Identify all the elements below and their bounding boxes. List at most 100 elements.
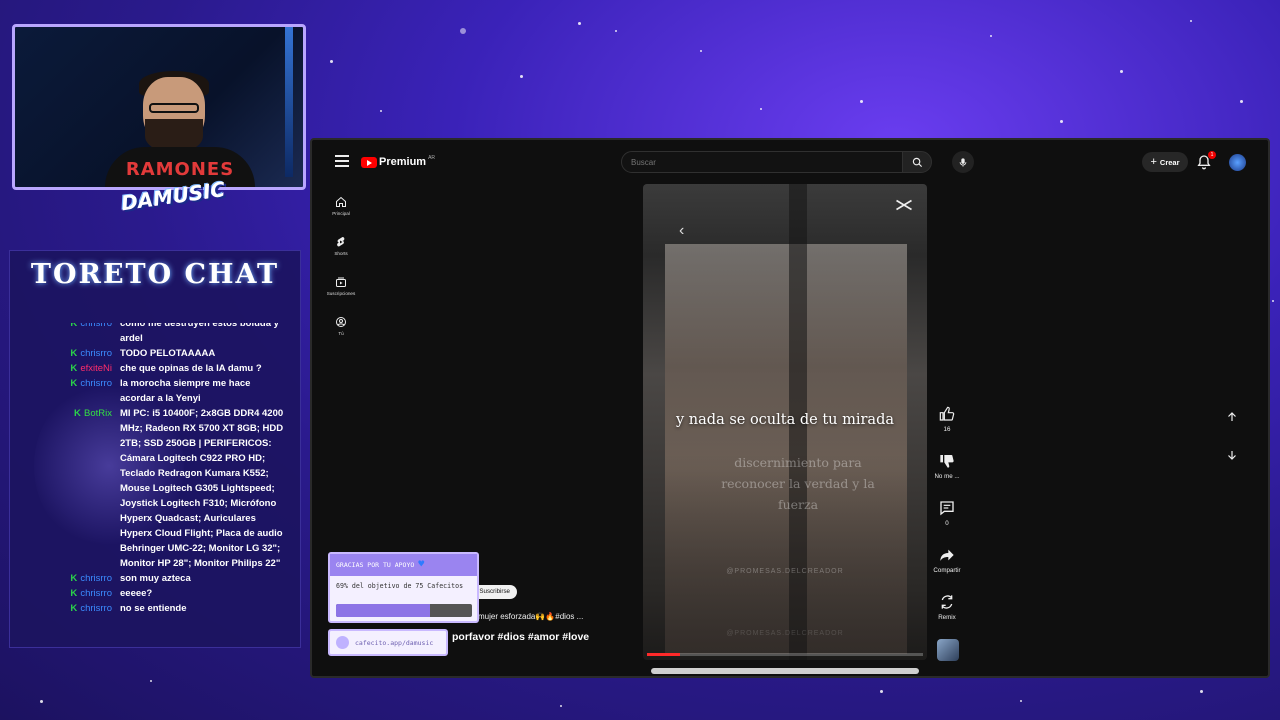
- hamburger-menu-icon[interactable]: [335, 155, 349, 167]
- streamer-glasses: [149, 103, 199, 113]
- back-chevron-icon[interactable]: ‹: [679, 222, 684, 240]
- chat-username[interactable]: efxiteNi: [80, 361, 112, 376]
- remix-button[interactable]: Remix: [933, 594, 961, 641]
- cafecito-goal-text: 69% del objetivo de 75 Cafecitos: [336, 582, 464, 590]
- like-button[interactable]: 16: [933, 406, 961, 453]
- share-label: Compartir: [933, 567, 961, 574]
- search-box[interactable]: [621, 151, 903, 173]
- home-icon: [336, 196, 346, 207]
- microphone-icon: [959, 157, 967, 167]
- comments-button[interactable]: 0: [933, 500, 961, 547]
- side-navigation: Principal Shorts Suscripciones Tú: [321, 186, 361, 346]
- nav-item-home[interactable]: Principal: [321, 186, 361, 226]
- country-code: AR: [428, 155, 436, 161]
- cafecito-link: cafecito.app/damusic: [328, 629, 448, 656]
- previous-short-button[interactable]: [1219, 404, 1245, 430]
- chat-message: Kchrisrro TODO PELOTAAAAA: [10, 346, 300, 361]
- comments-count: 0: [945, 520, 949, 527]
- chat-username[interactable]: chrisrro: [80, 601, 112, 616]
- capcut-logo-icon: [896, 199, 912, 211]
- youtube-logo[interactable]: Premium AR: [361, 155, 436, 168]
- horizontal-scrollbar[interactable]: [651, 668, 919, 674]
- chat-message-text: eeeee?: [120, 588, 153, 599]
- video-caption: y nada se oculta de tu mirada: [676, 412, 894, 428]
- dislike-label: No me ...: [934, 473, 960, 480]
- comment-icon: [940, 501, 954, 516]
- video-progress-bar[interactable]: [647, 653, 923, 656]
- nav-item-you[interactable]: Tú: [321, 306, 361, 346]
- chat-message: KefxiteNi che que opinas de la IA damu ?: [10, 361, 300, 376]
- account-avatar[interactable]: [1229, 154, 1246, 171]
- arrow-down-icon: [1228, 451, 1236, 460]
- search-icon: [912, 157, 922, 167]
- video-watermark: @PROMESAS.DELCREADOR: [726, 568, 844, 575]
- chat-username[interactable]: BotRix: [84, 406, 112, 571]
- voice-search-button[interactable]: [952, 151, 974, 173]
- create-label: Crear: [1159, 157, 1180, 167]
- short-actions: 16 No me ... 0 Compartir Remix: [933, 406, 961, 641]
- webcam-led-light: [285, 27, 293, 177]
- chat-message: Kchrisrro eeeee?: [10, 586, 300, 601]
- chat-username[interactable]: chrisrro: [80, 571, 112, 586]
- chat-username[interactable]: chrisrro: [80, 346, 112, 361]
- next-short-button[interactable]: [1219, 442, 1245, 468]
- chat-message-meta: KefxiteNi: [10, 361, 120, 376]
- cafecito-progress-bar: [336, 604, 472, 617]
- shorts-icon: [337, 237, 345, 247]
- chat-message-text: como me destruyen estos boluda y ardel: [120, 323, 279, 344]
- youtube-play-icon: [361, 156, 377, 168]
- chat-message: Kchrisrro como me destruyen estos boluda …: [10, 323, 300, 346]
- chat-message-meta: Kchrisrro: [10, 586, 120, 601]
- short-navigation: [1219, 404, 1245, 480]
- chat-username[interactable]: chrisrro: [80, 586, 112, 601]
- chat-message-meta: K BotRix: [10, 406, 120, 571]
- cafecito-goal-widget: GRACIAS POR TU APOYO ♥ 69% del objetivo …: [328, 552, 479, 623]
- search-button[interactable]: [902, 151, 932, 173]
- chat-message: Kchrisrro son muy azteca: [10, 571, 300, 586]
- chat-message-meta: Kchrisrro: [10, 571, 120, 586]
- chat-title: TORETO CHAT: [30, 259, 280, 290]
- share-button[interactable]: Compartir: [933, 547, 961, 594]
- chat-message: Kchrisrro la morocha siempre me hace acor…: [10, 376, 300, 406]
- kick-badge-icon: K: [70, 348, 78, 359]
- arrow-up-icon: [1228, 412, 1236, 421]
- video-progress-fill: [647, 653, 681, 656]
- plus-icon: +: [1150, 156, 1157, 168]
- chat-message-text: son muy azteca: [120, 573, 191, 584]
- chat-message-text: MI PC: i5 10400F; 2x8GB DDR4 4200 MHz; R…: [120, 408, 284, 569]
- nav-label-you: Tú: [338, 331, 344, 336]
- chat-username[interactable]: chrisrro: [80, 323, 112, 346]
- chat-message-meta: Kchrisrro: [10, 376, 120, 406]
- chat-username[interactable]: chrisrro: [80, 376, 112, 406]
- video-title[interactable]: porfavor #dios #amor #love: [452, 631, 589, 643]
- thumbs-down-icon: [940, 455, 954, 468]
- sound-thumbnail[interactable]: [937, 639, 959, 661]
- create-button[interactable]: + Crear: [1142, 152, 1188, 172]
- cafecito-progress-fill: [336, 604, 430, 617]
- like-count: 16: [943, 426, 951, 433]
- kick-badge-icon: K: [70, 588, 78, 599]
- cafecito-logo-icon: [336, 636, 349, 649]
- thumbs-up-icon: [939, 406, 955, 421]
- chat-message-text: no se entiende: [120, 603, 187, 614]
- chat-message-meta: Kchrisrro: [10, 346, 120, 361]
- chat-message-text: la morocha siempre me hace acordar a la …: [120, 378, 251, 404]
- chat-message-list: Kchrisrro como me destruyen estos boluda …: [10, 323, 300, 645]
- heart-icon: ♥: [418, 559, 425, 570]
- short-video-player[interactable]: ‹ y nada se oculta de tu mirada discerni…: [643, 184, 927, 660]
- nav-item-shorts[interactable]: Shorts: [321, 226, 361, 266]
- video-watermark-repeat: @PROMESAS.DELCREADOR: [726, 630, 844, 637]
- chat-message-text: TODO PELOTAAAAA: [120, 348, 216, 359]
- you-icon: [336, 317, 346, 327]
- nav-item-subscriptions[interactable]: Suscripciones: [321, 266, 361, 306]
- cafecito-link-text: cafecito.app/damusic: [355, 638, 434, 647]
- nav-label-shorts: Shorts: [334, 251, 348, 256]
- nav-label-subscriptions: Suscripciones: [326, 291, 356, 296]
- search-input[interactable]: [622, 152, 902, 173]
- kick-badge-icon: K: [70, 363, 78, 374]
- chat-message-meta: Kchrisrro: [10, 601, 120, 616]
- chat-message-text: che que opinas de la IA damu ?: [120, 363, 262, 374]
- video-description[interactable]: mujer esforzada🙌🔥#dios ...: [478, 612, 583, 621]
- kick-badge-icon: K: [70, 603, 78, 614]
- dislike-button[interactable]: No me ...: [933, 453, 961, 500]
